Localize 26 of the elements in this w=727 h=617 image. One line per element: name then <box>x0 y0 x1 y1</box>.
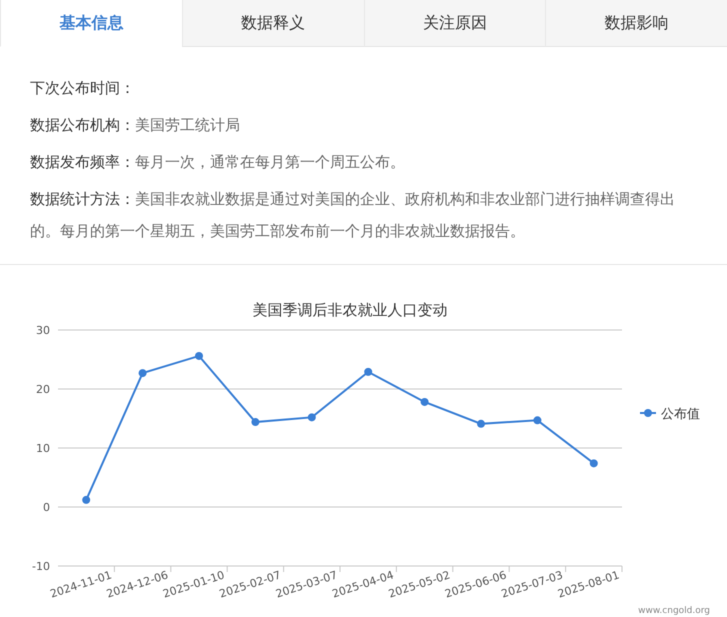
info-line: 数据公布机构：美国劳工统计局 <box>30 115 241 136</box>
data-point <box>138 369 147 378</box>
data-point <box>590 459 598 468</box>
data-point <box>82 496 90 504</box>
data-point <box>420 398 429 406</box>
chart-title: 美国季调后非农就业人口变动 <box>252 301 448 319</box>
info-line: 数据统计方法：美国非农就业数据是通过对美国的企业、政府机构和非农业部门进行抽样调查得出的。每月的第一个星期五，美国劳工部发布前一个月的非农就业数据报告。 <box>30 189 676 242</box>
axis-label: 0 <box>43 501 50 514</box>
data-point <box>308 413 316 422</box>
legend-label[interactable]: 公布值 <box>661 407 700 422</box>
legend-icon <box>640 409 656 417</box>
axis-label: 20 <box>36 383 50 396</box>
data-point <box>477 420 485 428</box>
data-point <box>364 368 372 376</box>
data-point <box>251 418 260 426</box>
data-point <box>195 352 203 360</box>
credit-link[interactable]: www.cngold.org <box>638 606 710 616</box>
axis-label: 10 <box>36 442 50 455</box>
info-line: 数据发布频率：每月一次，通常在每月第一个周五公布。 <box>30 152 406 173</box>
tab[interactable]: 数据释义 <box>182 0 364 47</box>
tab[interactable]: 数据影响 <box>545 0 727 47</box>
axis-label: 30 <box>36 324 50 337</box>
data-point <box>533 416 542 424</box>
axis-label: -10 <box>32 560 50 573</box>
tab[interactable]: 关注原因 <box>364 0 546 47</box>
info-line: 下次公布时间： <box>30 78 136 99</box>
